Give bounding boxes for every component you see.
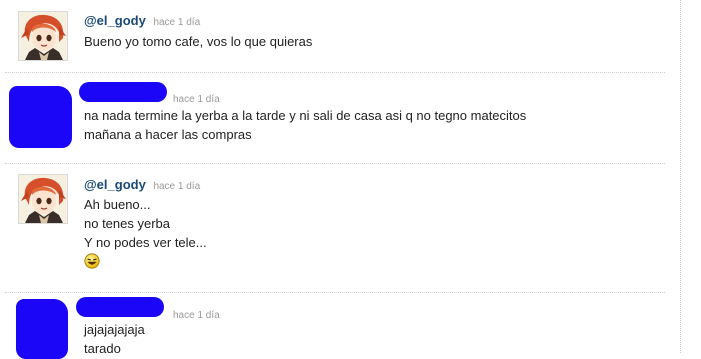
comment-meta: @el_gody hace 1 día: [84, 177, 200, 192]
comment-item: hace 1 día jajajajajaja tarado: [0, 292, 680, 359]
redacted-username: [76, 297, 164, 317]
comment-timestamp: hace 1 día: [173, 94, 220, 105]
comment-item: @el_gody hace 1 día Bueno yo tomo cafe, …: [0, 0, 680, 70]
comment-meta: hace 1 día: [169, 306, 220, 321]
comment-meta: hace 1 día: [169, 90, 220, 105]
comment-body: Bueno yo tomo cafe, vos lo que quieras: [84, 32, 312, 51]
comment-feed: @el_gody hace 1 día Bueno yo tomo cafe, …: [0, 0, 680, 359]
comment-timestamp: hace 1 día: [153, 17, 201, 28]
anime-avatar-icon: [19, 175, 67, 223]
user-avatar[interactable]: [18, 11, 68, 61]
sidebar-edge: [680, 0, 701, 353]
username-link[interactable]: @el_gody: [84, 177, 146, 192]
comment-text-line: Ah bueno...: [84, 197, 151, 212]
comment-text-line: Y no podes ver tele...: [84, 235, 207, 250]
laughing-smiley-icon: [84, 253, 100, 269]
comment-text-line: Bueno yo tomo cafe, vos lo que quieras: [84, 34, 313, 49]
comment-meta: @el_gody hace 1 día: [84, 13, 200, 28]
comment-text-line: na nada termine la yerba a la tarde y ni…: [84, 108, 527, 123]
redacted-username: [79, 82, 167, 102]
comment-text-line: jajajajajaja: [84, 322, 145, 337]
comment-text-line: mañana a hacer las compras: [84, 127, 252, 142]
username-link[interactable]: @el_gody: [84, 13, 146, 28]
comment-timestamp: hace 1 día: [173, 310, 220, 321]
comment-timestamp: hace 1 día: [153, 181, 201, 192]
comment-text-line: tarado: [84, 341, 121, 356]
comment-body: jajajajajaja tarado: [84, 320, 145, 358]
comment-body: Ah bueno... no tenes yerba Y no podes ve…: [84, 195, 207, 274]
comment-item: @el_gody hace 1 día Ah bueno... no tenes…: [0, 163, 680, 293]
redacted-avatar: [9, 86, 72, 148]
comment-body: na nada termine la yerba a la tarde y ni…: [84, 106, 526, 144]
comment-item: hace 1 día na nada termine la yerba a la…: [0, 72, 680, 164]
user-avatar[interactable]: [18, 174, 68, 224]
comment-text-line: no tenes yerba: [84, 216, 171, 231]
redacted-avatar: [16, 299, 68, 359]
anime-avatar-icon: [19, 12, 67, 60]
